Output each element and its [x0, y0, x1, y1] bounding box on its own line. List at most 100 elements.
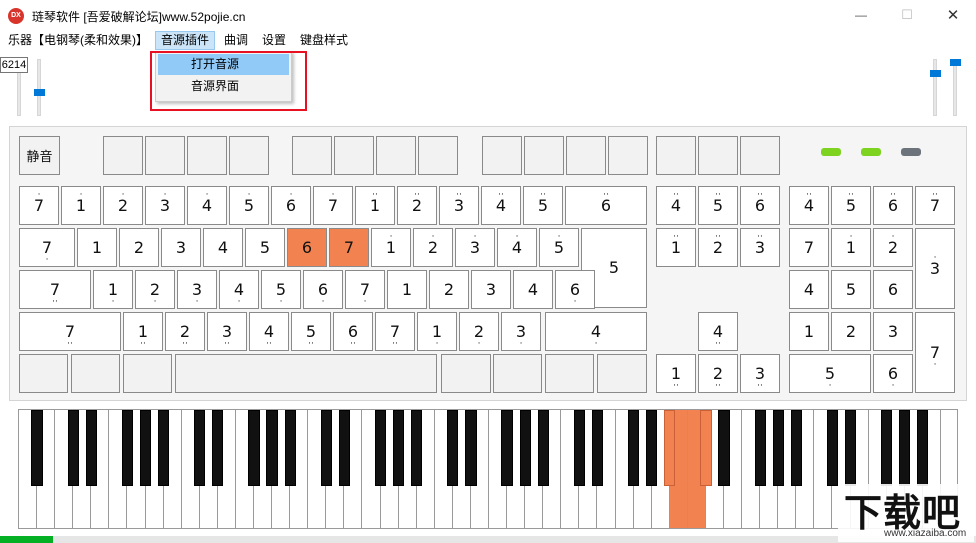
blank-key[interactable] [597, 354, 647, 393]
function-key[interactable] [656, 136, 696, 175]
piano-black-key[interactable] [338, 410, 350, 486]
nav-note-key[interactable]: 4 ·· [698, 312, 738, 351]
numpad-note-key[interactable]: 6 [873, 270, 913, 309]
function-key[interactable] [740, 136, 780, 175]
piano-black-key[interactable] [194, 410, 206, 486]
piano-black-key[interactable] [284, 410, 296, 486]
volume-slider-2[interactable] [37, 59, 41, 116]
piano-black-key[interactable] [826, 410, 839, 486]
note-key[interactable]: 4 · [187, 186, 227, 225]
note-key[interactable]: 2 · [413, 228, 453, 267]
nav-note-key[interactable]: 6 ·· [740, 186, 780, 225]
piano-black-key[interactable] [67, 410, 79, 486]
pitch-slider-1[interactable] [933, 59, 937, 116]
menu-settings[interactable]: 设置 [257, 31, 291, 50]
note-key[interactable]: 4 · [497, 228, 537, 267]
piano-black-key[interactable] [519, 410, 531, 486]
function-key[interactable] [103, 136, 143, 175]
note-key[interactable]: 4 ·· [481, 186, 521, 225]
function-key[interactable] [524, 136, 564, 175]
piano-black-key[interactable] [917, 410, 929, 486]
blank-key[interactable] [123, 354, 172, 393]
piano-black-key[interactable] [646, 410, 658, 486]
numpad-note-key[interactable]: 1 · [831, 228, 871, 267]
menu-sound-plugin[interactable]: 音源插件 [155, 31, 216, 50]
note-key[interactable]: 3 ·· [207, 312, 247, 351]
note-key[interactable]: 3 · [145, 186, 185, 225]
nav-note-key[interactable]: 4 ·· [656, 186, 696, 225]
note-key[interactable]: 1 · [61, 186, 101, 225]
note-key[interactable]: 7 · [313, 186, 353, 225]
function-key[interactable] [608, 136, 648, 175]
note-key[interactable]: 5 [245, 228, 285, 267]
note-key[interactable]: 6 ·· [565, 186, 647, 225]
function-key[interactable] [482, 136, 522, 175]
note-key[interactable]: 2 · [103, 186, 143, 225]
blank-key[interactable] [545, 354, 594, 393]
piano-black-key[interactable] [374, 410, 387, 486]
note-key[interactable]: 7 · [19, 228, 75, 267]
menu-item-sound-source-ui[interactable]: 音源界面 [158, 76, 289, 97]
note-key[interactable]: 2 ·· [397, 186, 437, 225]
note-key[interactable]: 7 ·· [19, 312, 121, 351]
function-key[interactable] [229, 136, 269, 175]
note-key[interactable]: 4 [203, 228, 243, 267]
numpad-note-key[interactable]: 3 · [915, 228, 955, 309]
numpad-note-key[interactable]: 7 ·· [915, 186, 955, 225]
note-key[interactable]: 1 · [93, 270, 133, 309]
piano-black-key[interactable] [700, 410, 712, 486]
function-key[interactable] [376, 136, 416, 175]
piano-black-key[interactable] [393, 410, 405, 486]
piano-black-key[interactable] [501, 410, 513, 486]
function-key[interactable] [566, 136, 606, 175]
note-key[interactable]: 4 [513, 270, 553, 309]
piano-black-key[interactable] [573, 410, 585, 486]
nav-note-key[interactable]: 3 ·· [740, 228, 780, 267]
note-key[interactable]: 1 ·· [355, 186, 395, 225]
note-key[interactable]: 2 · [459, 312, 499, 351]
function-key[interactable] [187, 136, 227, 175]
function-key[interactable] [334, 136, 374, 175]
numpad-note-key[interactable]: 5 · [789, 354, 871, 393]
note-key[interactable]: 7 · [19, 186, 59, 225]
nav-note-key[interactable]: 2 ·· [698, 354, 738, 393]
piano-black-key[interactable] [158, 410, 170, 486]
maximize-button[interactable]: ☐ [884, 0, 930, 30]
note-key[interactable]: 5 · [229, 186, 269, 225]
piano-black-key[interactable] [212, 410, 224, 486]
piano-black-key[interactable] [754, 410, 766, 486]
nav-note-key[interactable]: 1 ·· [656, 354, 696, 393]
pitch-slider-1-thumb[interactable] [930, 70, 941, 77]
blank-key[interactable] [71, 354, 120, 393]
note-key[interactable]: 5 ·· [291, 312, 331, 351]
nav-note-key[interactable]: 1 ·· [656, 228, 696, 267]
note-key[interactable]: 3 · [501, 312, 541, 351]
note-key[interactable]: 4 · [219, 270, 259, 309]
function-key[interactable] [698, 136, 738, 175]
blank-key[interactable] [19, 354, 68, 393]
note-key[interactable]: 5 · [539, 228, 579, 267]
note-key[interactable]: 2 ·· [165, 312, 205, 351]
piano-black-key[interactable] [266, 410, 278, 486]
note-key[interactable]: 1 [77, 228, 117, 267]
numpad-note-key[interactable]: 6 · [873, 354, 913, 393]
piano-black-key[interactable] [537, 410, 549, 486]
note-key[interactable]: 3 · [455, 228, 495, 267]
piano-black-key[interactable] [139, 410, 152, 486]
note-key[interactable]: 2 · [135, 270, 175, 309]
numpad-note-key[interactable]: 4 [789, 270, 829, 309]
piano-black-key[interactable] [248, 410, 260, 486]
numpad-note-key[interactable]: 7 [789, 228, 829, 267]
numpad-note-key[interactable]: 4 ·· [789, 186, 829, 225]
note-key[interactable]: 4 · [545, 312, 647, 351]
note-key[interactable]: 3 · [177, 270, 217, 309]
piano-black-key[interactable] [447, 410, 459, 486]
piano-black-key[interactable] [790, 410, 802, 486]
note-key[interactable]: 6 · [271, 186, 311, 225]
menu-tune[interactable]: 曲调 [219, 31, 253, 50]
note-key[interactable]: 6 · [303, 270, 343, 309]
close-button[interactable]: ✕ [930, 0, 976, 30]
pitch-slider-2[interactable] [953, 59, 957, 116]
piano-black-key[interactable] [31, 410, 43, 486]
note-key[interactable]: 4 ·· [249, 312, 289, 351]
